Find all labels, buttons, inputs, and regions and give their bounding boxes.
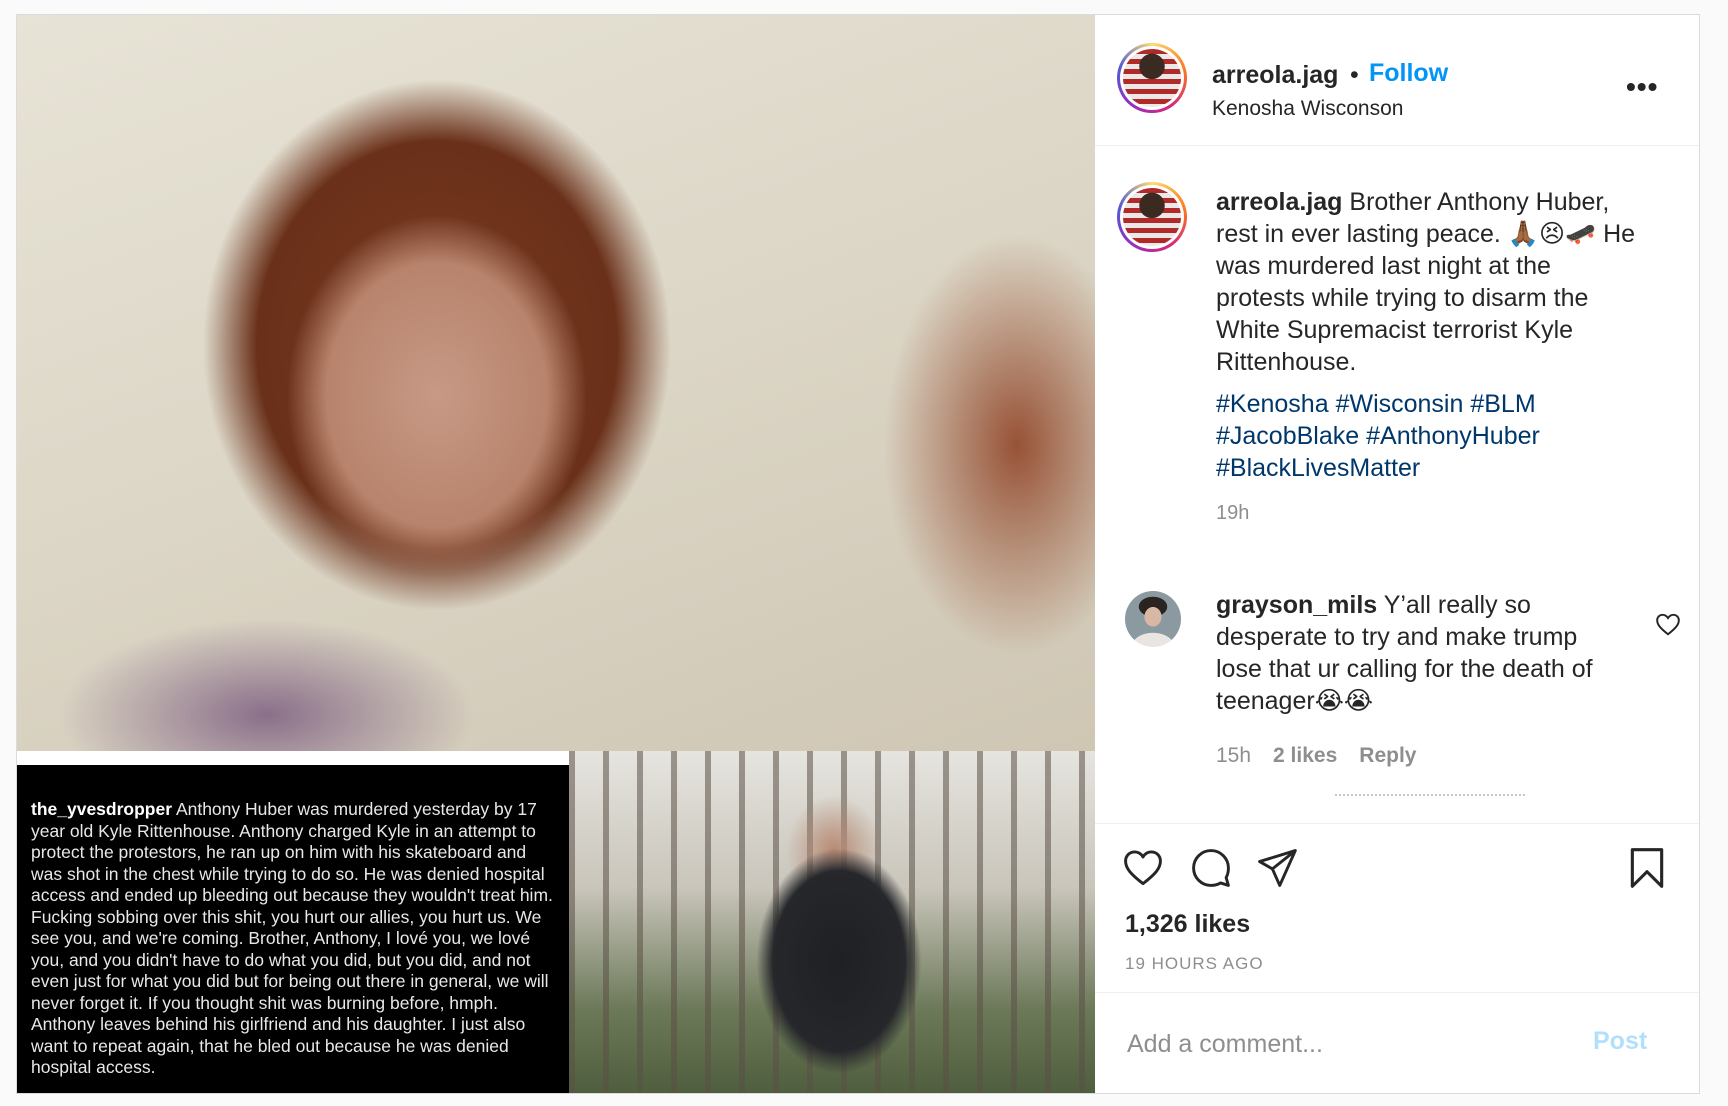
add-comment-bar: Post <box>1095 992 1699 1093</box>
hashtag-link[interactable]: #Kenosha <box>1216 390 1329 418</box>
partially-hidden-comment <box>1335 794 1525 802</box>
avatar-inner <box>1120 185 1184 249</box>
rifle-photo <box>569 751 1095 1093</box>
author-username[interactable]: arreola.jag <box>1212 61 1338 90</box>
caption-username[interactable]: arreola.jag <box>1216 188 1342 216</box>
instagram-post: the_yvesdropper Anthony Huber was murder… <box>16 14 1700 1094</box>
more-options-icon[interactable]: ••• <box>1626 71 1658 103</box>
likes-count[interactable]: 1,326 likes <box>1125 910 1250 939</box>
image-divider <box>17 751 569 765</box>
hashtag-link[interactable]: #BlackLivesMatter <box>1216 454 1420 482</box>
post-actions: 1,326 likes 19 HOURS AGO <box>1095 823 1699 992</box>
screenshot-caption: the_yvesdropper Anthony Huber was murder… <box>17 765 569 1093</box>
comments-section[interactable]: arreola.jag Brother Anthony Huber, rest … <box>1095 146 1699 823</box>
caption-text: Brother Anthony Huber, rest in ever last… <box>1216 188 1636 376</box>
post-header: arreola.jag • Follow Kenosha Wisconson •… <box>1095 15 1699 146</box>
comment: grayson_mils Y’all really so desperate t… <box>1216 589 1626 717</box>
screenshot-caption-username: the_yvesdropper <box>31 799 173 819</box>
separator-dot: • <box>1350 61 1359 89</box>
hashtag-link[interactable]: #AnthonyHuber <box>1366 422 1540 450</box>
reply-button[interactable]: Reply <box>1359 744 1416 768</box>
caption-timestamp[interactable]: 19h <box>1216 502 1249 525</box>
comment-likes[interactable]: 2 likes <box>1273 744 1337 768</box>
avatar-image <box>1123 49 1181 107</box>
comment-input[interactable] <box>1125 1023 1569 1065</box>
share-icon[interactable] <box>1255 846 1299 890</box>
hashtag-link[interactable]: #Wisconsin <box>1336 390 1464 418</box>
comment-username[interactable]: grayson_mils <box>1216 591 1377 619</box>
follow-button[interactable]: Follow <box>1369 59 1448 88</box>
post-sidebar: arreola.jag • Follow Kenosha Wisconson •… <box>1095 15 1699 1093</box>
screenshot-caption-text: Anthony Huber was murdered yesterday by … <box>31 799 553 1077</box>
hashtag-link[interactable]: #JacobBlake <box>1216 422 1359 450</box>
comment-icon[interactable] <box>1189 846 1233 890</box>
avatar-inner <box>1120 46 1184 110</box>
comment-like-heart-icon[interactable] <box>1655 612 1681 636</box>
post-image[interactable]: the_yvesdropper Anthony Huber was murder… <box>17 15 1095 1093</box>
hashtag-link[interactable]: #BLM <box>1470 390 1535 418</box>
avatar-image <box>1123 188 1181 246</box>
comment-meta: 15h 2 likes Reply <box>1216 744 1416 768</box>
caption-hashtags: #Kenosha #Wisconsin #BLM #JacobBlake #An… <box>1216 388 1646 484</box>
caption-author-avatar[interactable] <box>1117 182 1187 252</box>
post-caption: arreola.jag Brother Anthony Huber, rest … <box>1216 186 1646 378</box>
bookmark-icon[interactable] <box>1625 846 1669 890</box>
heart-icon[interactable] <box>1121 846 1165 890</box>
author-avatar[interactable] <box>1117 43 1187 113</box>
post-comment-button[interactable]: Post <box>1593 1027 1647 1056</box>
post-location[interactable]: Kenosha Wisconson <box>1212 97 1403 121</box>
post-timestamp[interactable]: 19 HOURS AGO <box>1125 954 1264 974</box>
portrait-photo <box>17 15 1095 751</box>
commenter-avatar[interactable] <box>1125 591 1181 647</box>
comment-timestamp[interactable]: 15h <box>1216 744 1251 768</box>
